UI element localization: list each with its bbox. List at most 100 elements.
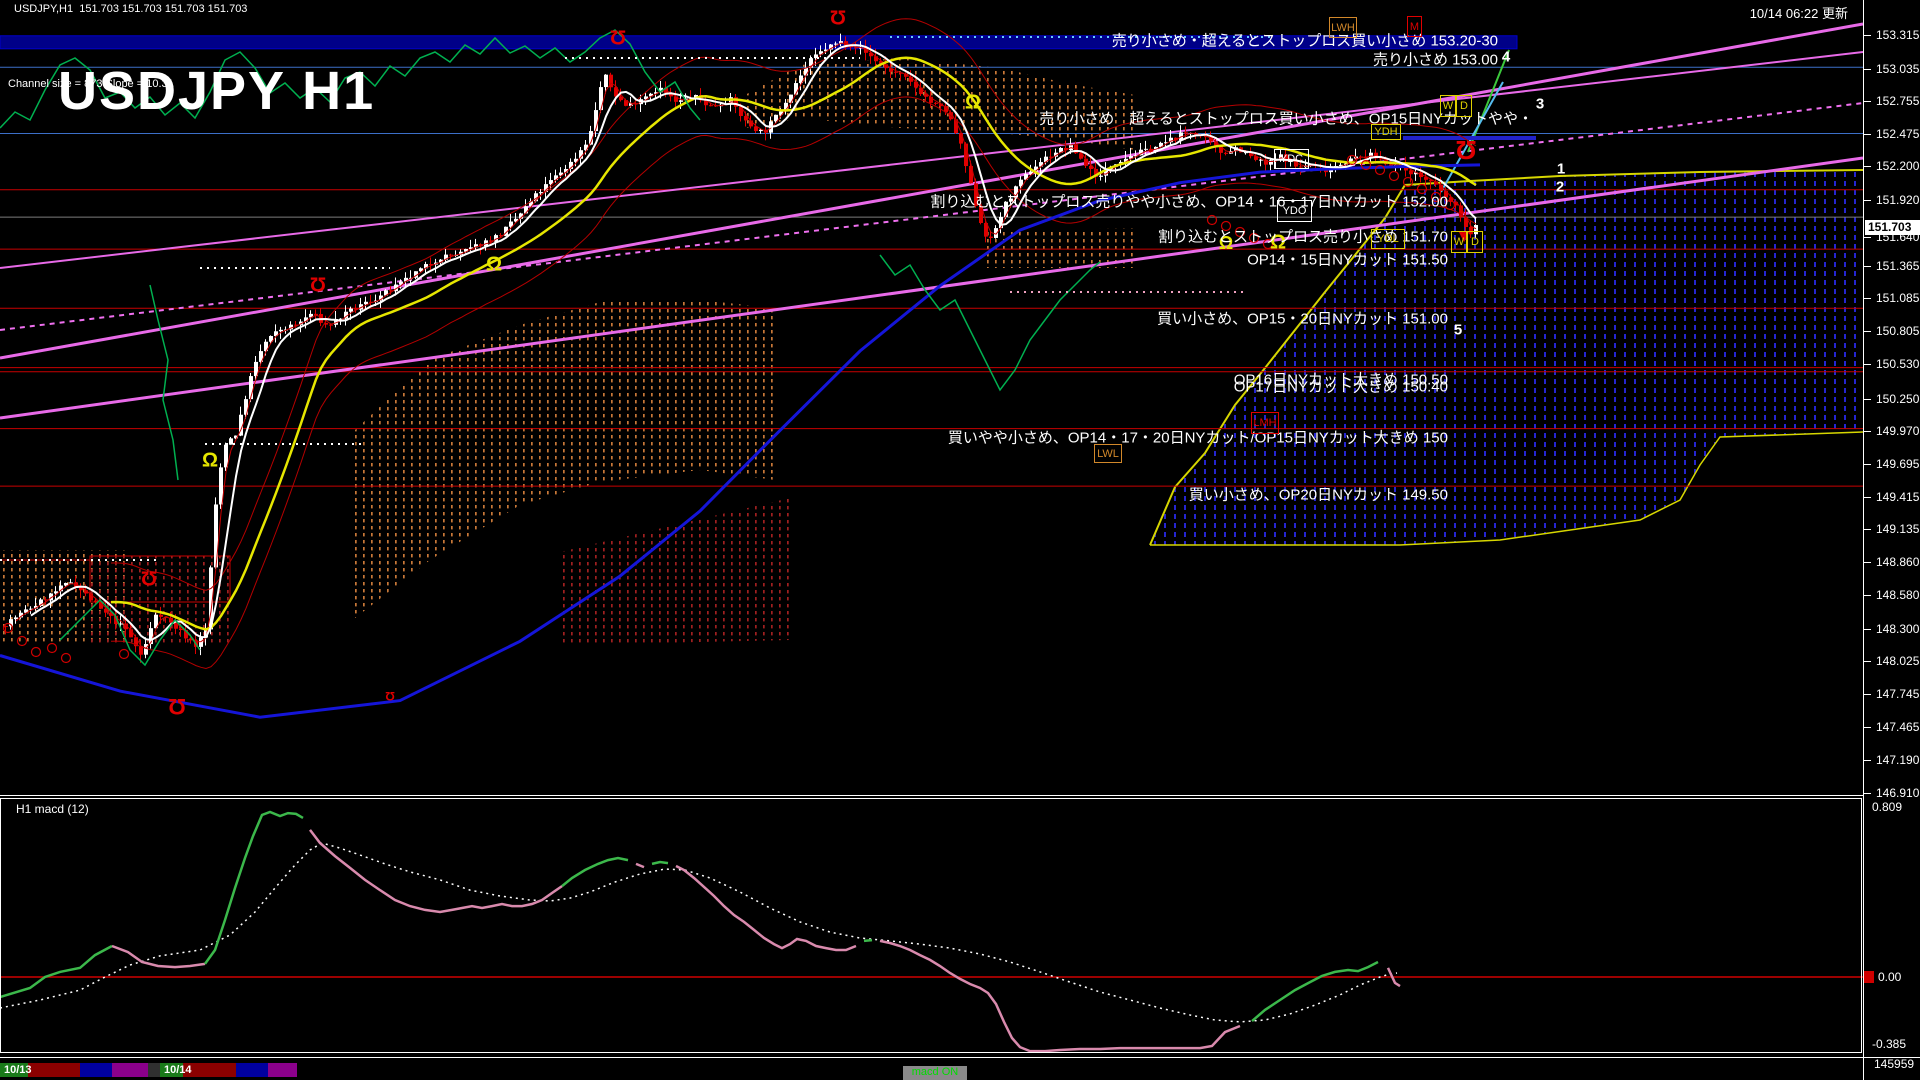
price-axis-tick [1864, 694, 1871, 695]
timeline-segment [148, 1063, 160, 1077]
buy-signal-icon: Ω [965, 91, 981, 113]
price-axis-label: 149.135 [1876, 522, 1919, 536]
pivot-label-lwh: LWH [1329, 17, 1357, 38]
price-axis-tick [1864, 298, 1871, 299]
sell-signal-icon: Ω [830, 6, 846, 28]
pivot-label-ydh: YDH [1371, 124, 1401, 140]
price-axis-label: 152.755 [1876, 94, 1919, 108]
chart-annotation: 買い小さめ、OP20日NYカット 149.50 [1189, 484, 1448, 505]
chart-annotation: 買い小さめ、OP15・20日NYカット 151.00 [1157, 308, 1448, 329]
price-axis-tick [1864, 629, 1871, 630]
price-axis-tick [1864, 661, 1871, 662]
macd-toggle-button[interactable]: macd ON [903, 1066, 967, 1080]
price-axis-label: 148.025 [1876, 654, 1919, 668]
chart-watermark-title: USDJPY H1 [58, 60, 375, 122]
price-axis-tick [1864, 134, 1871, 135]
price-axis-label: 149.970 [1876, 424, 1919, 438]
trading-terminal: ΩΩΩΩΩΩΩΩΩΩΩΩ▼ USDJPY,H1 151.703 151.703 … [0, 0, 1920, 1080]
pivot-label-w: W [1451, 231, 1467, 253]
price-axis-label: 152.200 [1876, 159, 1919, 173]
price-axis-label: 146.910 [1876, 786, 1919, 800]
sell-signal-icon: Ω [610, 26, 626, 48]
chart-annotation: 売り小さめ 153.00 [1373, 49, 1498, 70]
price-axis-label: 149.415 [1876, 490, 1919, 504]
pivot-label-d: D [1467, 231, 1483, 253]
sell-signal-icon: Ω [385, 689, 395, 703]
price-axis-tick [1864, 69, 1871, 70]
wave-count-label: 1 [1557, 161, 1565, 178]
price-axis-tick [1864, 431, 1871, 432]
timeline-segment [80, 1063, 112, 1077]
chart-annotation: OP14・15日NYカット 151.50 [1247, 249, 1448, 270]
price-axis-tick [1864, 529, 1871, 530]
price-axis-label: 147.465 [1876, 720, 1919, 734]
pivot-label-ydl: YDL [1371, 229, 1405, 249]
price-axis-label: 153.315 [1876, 28, 1919, 42]
sell-signal-icon: Ω [168, 694, 186, 719]
price-axis-label: 150.530 [1876, 357, 1919, 371]
macd-zero-marker [1864, 971, 1874, 983]
sell-signal-icon: Ω [310, 273, 326, 295]
sell-signal-icon: Ω [1456, 135, 1477, 165]
wave-count-label: 5 [1454, 322, 1462, 339]
price-axis-tick [1864, 399, 1871, 400]
update-timestamp: 10/14 06:22 更新 [1750, 3, 1848, 22]
price-axis-label: 150.250 [1876, 392, 1919, 406]
price-axis-tick [1864, 266, 1871, 267]
price-axis-tick [1864, 331, 1871, 332]
price-axis-label: 147.745 [1876, 687, 1919, 701]
pivot-label-m: M [1407, 16, 1422, 37]
current-price-tag: 151.703 [1865, 220, 1920, 235]
macd-axis-zero: 0.00 [1878, 970, 1901, 984]
macd-panel-border [0, 798, 1862, 1053]
price-axis-tick [1864, 727, 1871, 728]
macd-axis-min: -0.385 [1872, 1037, 1906, 1051]
price-axis-label: 151.085 [1876, 291, 1919, 305]
timeline-separator [0, 1057, 1920, 1058]
chart-annotation: 割り込むとストップロス売りやや小さめ、OP14・16・17日NYカット 152.… [930, 191, 1448, 212]
buy-signal-icon: Ω [486, 253, 502, 275]
timeline-segment [28, 1063, 80, 1077]
pivot-label-ydc: YDC [1274, 149, 1309, 169]
price-axis-tick [1864, 793, 1871, 794]
price-axis-label: 151.365 [1876, 259, 1919, 273]
timeline-segment [268, 1063, 297, 1077]
price-axis-tick [1864, 364, 1871, 365]
price-axis-tick [1864, 166, 1871, 167]
timeline-segment [112, 1063, 148, 1077]
corner-counter: 145959 [1874, 1057, 1914, 1071]
price-axis-tick [1864, 200, 1871, 201]
price-axis-tick [1864, 464, 1871, 465]
price-axis-label: 151.920 [1876, 193, 1919, 207]
chart-annotation: OP17日NYカット大きめ 150.40 [1234, 376, 1448, 397]
macd-axis-max: 0.809 [1872, 800, 1902, 814]
price-axis-label: 153.035 [1876, 62, 1919, 76]
price-axis-label: 152.475 [1876, 127, 1919, 141]
pivot-label-lmh: LMH [1251, 412, 1279, 434]
price-axis-tick [1864, 595, 1871, 596]
price-axis-label: 148.300 [1876, 622, 1919, 636]
chart-annotation: 買いやや小さめ、OP14・17・20日NYカット/OP15日NYカット大きめ 1… [948, 427, 1448, 448]
wave-count-label: 4 [1502, 49, 1510, 66]
timeline-segment [236, 1063, 268, 1077]
price-axis-tick [1864, 562, 1871, 563]
axis-separator [1863, 0, 1864, 1080]
price-axis-label: 150.805 [1876, 324, 1919, 338]
timeline-date-label: 10/13 [2, 1064, 32, 1076]
pivot-label-d: D [1456, 95, 1472, 117]
pivot-label-w: W [1440, 95, 1456, 117]
pivot-label-lwl: LWL [1094, 444, 1122, 463]
price-axis-tick [1864, 101, 1871, 102]
price-axis-label: 148.580 [1876, 588, 1919, 602]
sell-signal-icon: Ω [141, 567, 157, 589]
buy-signal-icon: Ω [202, 449, 218, 471]
price-axis-tick [1864, 35, 1871, 36]
symbol-ohlc: USDJPY,H1 151.703 151.703 151.703 151.70… [14, 3, 247, 15]
price-axis-tick [1864, 760, 1871, 761]
price-axis-label: 148.860 [1876, 555, 1919, 569]
price-axis-label: 149.695 [1876, 457, 1919, 471]
channel-info-label: Channel size = 873 Slope = 10.31 [8, 78, 174, 90]
timeline-date-label: 10/14 [162, 1064, 192, 1076]
price-axis-tick [1864, 497, 1871, 498]
pivot-label-ydo: YDO [1277, 200, 1312, 222]
